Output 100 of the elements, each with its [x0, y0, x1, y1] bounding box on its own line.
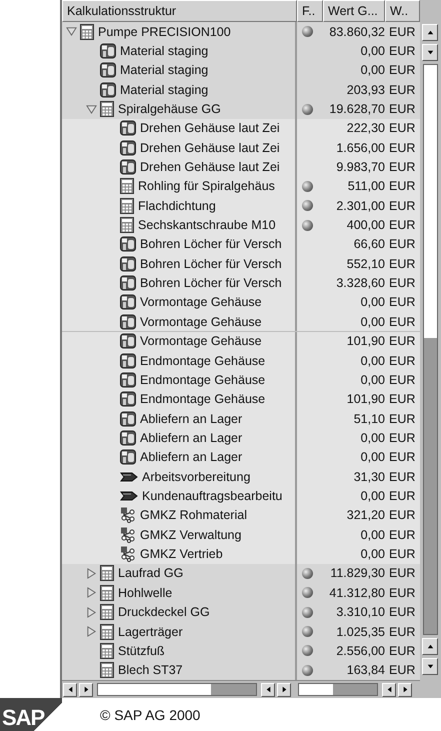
column-header[interactable]: Wert G...: [323, 0, 385, 22]
scroll-right-button[interactable]: [79, 682, 93, 696]
node-label[interactable]: Drehen Gehäuse laut Zei: [140, 160, 280, 174]
tree-node-row[interactable]: Abliefern an Lager: [62, 408, 297, 428]
expand-triangle-icon[interactable]: [86, 568, 96, 579]
node-label[interactable]: Abliefern an Lager: [140, 430, 242, 445]
node-label[interactable]: Bohren Löcher für Versch: [140, 256, 282, 271]
tree-node-row[interactable]: Endmontage Gehäuse: [62, 390, 297, 409]
node-label[interactable]: Lagerträger: [118, 624, 183, 639]
scroll-down-button[interactable]: [422, 658, 438, 675]
node-label[interactable]: Hohlwelle: [118, 586, 172, 600]
node-label[interactable]: Stützfuß: [118, 644, 165, 658]
tree-node-row[interactable]: Material staging: [62, 60, 297, 80]
scroll-right-button[interactable]: [398, 682, 412, 696]
collapse-triangle-icon[interactable]: [86, 104, 96, 115]
tree-node-row[interactable]: Drehen Gehäuse laut Zei: [62, 138, 297, 158]
currency-cell: EUR: [385, 408, 420, 428]
node-label[interactable]: Abliefern an Lager: [140, 412, 242, 426]
scroll-right-button[interactable]: [277, 682, 291, 696]
node-label[interactable]: Material staging: [120, 82, 208, 97]
tree-node-row[interactable]: Material staging: [62, 41, 297, 61]
scroll-down-button[interactable]: [422, 44, 438, 61]
node-label[interactable]: Vormontage Gehäuse: [140, 295, 262, 310]
scroll-left-button[interactable]: [261, 682, 275, 696]
node-label[interactable]: Laufrad GG: [118, 566, 184, 580]
node-label[interactable]: GMKZ Vertrieb: [140, 547, 223, 562]
node-label[interactable]: GMKZ Verwaltung: [140, 528, 242, 542]
node-label[interactable]: Flachdichtung: [138, 198, 216, 213]
value-cell: 0,00: [323, 525, 385, 544]
value-cell: 101,90: [323, 390, 385, 409]
tree-node-row[interactable]: Kundenauftragsbearbeitu: [62, 486, 297, 506]
node-label[interactable]: Spiralgehäuse GG: [118, 102, 221, 116]
tree-node-row[interactable]: Abliefern an Lager: [62, 448, 297, 467]
currency-cell: EUR: [385, 99, 420, 119]
value-cell: 2.556,00: [323, 641, 385, 661]
tree-node-row[interactable]: Stützfuß: [62, 641, 297, 661]
horizontal-scrollbar[interactable]: [298, 683, 378, 696]
node-label[interactable]: Pumpe PRECISION100: [98, 24, 231, 39]
tree-node-row[interactable]: Vormontage Gehäuse: [62, 332, 297, 351]
collapse-triangle-icon[interactable]: [66, 26, 76, 38]
node-label[interactable]: Endmontage Gehäuse: [140, 392, 266, 406]
node-label[interactable]: GMKZ Rohmaterial: [140, 508, 247, 522]
expand-triangle-icon[interactable]: [86, 606, 96, 618]
scroll-up-button[interactable]: [422, 24, 438, 41]
node-label[interactable]: Vormontage Gehäuse: [140, 314, 262, 329]
tree-node-row[interactable]: GMKZ Verwaltung: [62, 525, 297, 544]
tree-node-row[interactable]: Flachdichtung: [62, 196, 297, 216]
scroll-left-button[interactable]: [63, 682, 77, 696]
column-header[interactable]: Kalkulationsstruktur: [62, 0, 297, 22]
scroll-left-button[interactable]: [382, 682, 396, 696]
node-label[interactable]: Drehen Gehäuse laut Zei: [140, 121, 280, 136]
node-label[interactable]: Druckdeckel GG: [118, 605, 210, 620]
node-label[interactable]: Sechskantschraube M10: [138, 218, 276, 232]
node-label[interactable]: Drehen Gehäuse laut Zei: [140, 140, 280, 155]
tree-node-row[interactable]: Endmontage Gehäuse: [62, 370, 297, 390]
tree-node-row[interactable]: Bohren Löcher für Versch: [62, 273, 297, 293]
tree-node-row[interactable]: Material staging: [62, 80, 297, 100]
node-label[interactable]: Bohren Löcher für Versch: [140, 237, 282, 252]
tree-node-row[interactable]: Abliefern an Lager: [62, 428, 297, 448]
tree-node-row[interactable]: Blech ST37: [62, 660, 297, 680]
expand-triangle-icon[interactable]: [86, 626, 96, 638]
tree-node-row[interactable]: Arbeitsvorbereitung: [62, 467, 297, 486]
tree-node-row[interactable]: Spiralgehäuse GG: [62, 99, 297, 119]
tree-node-row[interactable]: Hohlwelle: [62, 583, 297, 602]
tree-node-row[interactable]: Drehen Gehäuse laut Zei: [62, 118, 297, 138]
node-label[interactable]: Material staging: [120, 63, 208, 78]
tree-node-row[interactable]: Bohren Löcher für Versch: [62, 234, 297, 254]
currency-cell: EUR: [385, 215, 420, 235]
horizontal-scrollbar[interactable]: [97, 683, 257, 696]
tree-node-row[interactable]: Drehen Gehäuse laut Zei: [62, 157, 297, 177]
node-label[interactable]: Abliefern an Lager: [140, 450, 242, 464]
expand-triangle-icon[interactable]: [86, 587, 96, 598]
tree-node-row[interactable]: Bohren Löcher für Versch: [62, 254, 297, 274]
node-label[interactable]: Rohling für Spiralgehäus: [138, 179, 275, 194]
node-label[interactable]: Material staging: [120, 44, 208, 58]
node-label[interactable]: Bohren Löcher für Versch: [140, 276, 282, 290]
operation-icon: [120, 275, 136, 292]
value-cell: 400,00: [323, 215, 385, 235]
tree-node-row[interactable]: Vormontage Gehäuse: [62, 292, 297, 312]
tree-node-row[interactable]: Druckdeckel GG: [62, 602, 297, 622]
scroll-up-button[interactable]: [422, 638, 438, 655]
node-label[interactable]: Arbeitsvorbereitung: [142, 470, 250, 484]
node-label[interactable]: Endmontage Gehäuse: [140, 372, 266, 387]
node-label[interactable]: Blech ST37: [118, 663, 183, 678]
vertical-scrollbar[interactable]: [422, 64, 438, 635]
tree-node-row[interactable]: Vormontage Gehäuse: [62, 312, 297, 332]
tree-node-row[interactable]: Sechskantschraube M10: [62, 215, 297, 235]
tree-node-row[interactable]: Pumpe PRECISION100: [62, 22, 297, 42]
node-label[interactable]: Endmontage Gehäuse: [140, 354, 266, 368]
column-header[interactable]: F..: [297, 0, 323, 22]
tree-node-row[interactable]: Lagerträger: [62, 622, 297, 642]
tree-node-row[interactable]: Laufrad GG: [62, 564, 297, 584]
tree-node-row[interactable]: Endmontage Gehäuse: [62, 350, 297, 370]
column-header[interactable]: W..: [385, 0, 420, 22]
node-label[interactable]: Kundenauftragsbearbeitu: [142, 489, 282, 504]
tree-node-row[interactable]: Rohling für Spiralgehäus: [62, 176, 297, 196]
value-cell: 0,00: [323, 370, 385, 390]
tree-node-row[interactable]: GMKZ Vertrieb: [62, 544, 297, 564]
tree-node-row[interactable]: GMKZ Rohmaterial: [62, 506, 297, 526]
node-label[interactable]: Vormontage Gehäuse: [140, 334, 262, 348]
